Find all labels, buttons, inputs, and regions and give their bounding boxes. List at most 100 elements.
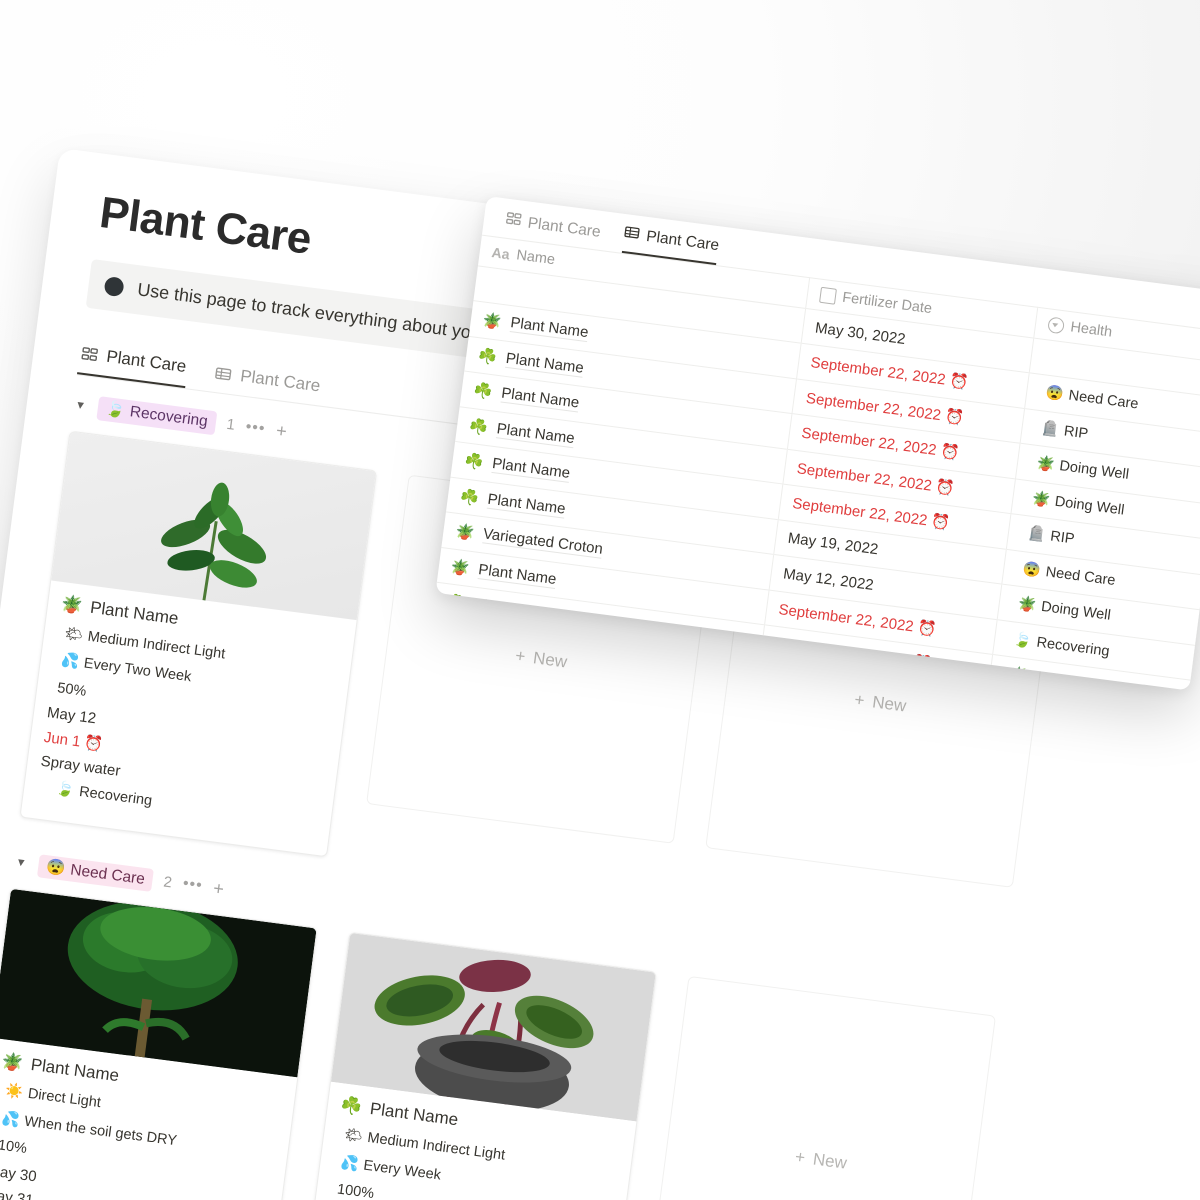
- board-view-icon: [505, 211, 522, 233]
- health-label: Recovering: [1035, 634, 1111, 660]
- board-card[interactable]: 🪴 Plant Name ☀️ Direct Light 💦 When the so…: [0, 887, 318, 1200]
- board-card[interactable]: ☘️ Plant Name 🌤 Medium Indirect Light 💦 Ev…: [302, 931, 657, 1200]
- health-label: Need Care: [1067, 387, 1140, 413]
- health-pill: 😨 Need Care: [1015, 558, 1124, 592]
- plus-icon: +: [794, 1147, 807, 1168]
- water-icon: 💦: [339, 1154, 360, 1173]
- board-card[interactable]: 🪴 Plant Name 🌤 Medium Indirect Light 💦 Eve…: [19, 430, 378, 857]
- card-water-label: Every Week: [362, 1157, 442, 1184]
- group-more-icon[interactable]: •••: [182, 875, 204, 895]
- plant-icon: 🪴: [0, 1051, 25, 1073]
- board-column-empty-3[interactable]: + New: [645, 975, 997, 1200]
- column-new-placeholder[interactable]: + New: [647, 977, 995, 1200]
- sun-cloud-icon: 🌤: [343, 1126, 364, 1146]
- card-health-pill: 🍃 Recovering: [48, 778, 160, 813]
- new-label: New: [871, 691, 908, 716]
- alarm-clock-icon: ⏰: [83, 734, 105, 754]
- alarm-clock-icon: ⏰: [948, 372, 970, 392]
- health-label: Need Care: [1044, 563, 1117, 589]
- clover-icon: ☘️: [472, 382, 494, 402]
- plant-icon: 🪴: [454, 523, 476, 543]
- health-label: Doing Well: [1040, 598, 1112, 624]
- health-pill: 🪦 RIP: [1033, 417, 1096, 445]
- card-health-label: Recovering: [78, 783, 154, 810]
- card-title: Plant Name: [368, 1099, 460, 1130]
- alarm-clock-icon: ⏰: [943, 407, 965, 427]
- tab-board-view[interactable]: Plant Care: [77, 337, 191, 389]
- clover-icon: ☘️: [463, 452, 485, 472]
- group-add-icon[interactable]: +: [275, 421, 288, 443]
- card-date-2: Jun 1: [42, 728, 82, 751]
- clover-icon: ☘️: [477, 347, 499, 367]
- alarm-clock-icon: ⏰: [916, 618, 938, 639]
- table-view-icon: [215, 364, 234, 383]
- panel-tab-table-label: Plant Care: [645, 227, 721, 255]
- card-water-label: Every Two Week: [82, 655, 193, 686]
- cell-name-label: Plant Name: [477, 560, 558, 589]
- plant-icon: 🪴: [1031, 490, 1052, 509]
- health-label: Doing Well: [1053, 493, 1126, 519]
- health-pill: 🪴Doing Well: [1010, 593, 1119, 627]
- new-label: New: [811, 1149, 848, 1173]
- group-add-icon[interactable]: +: [212, 878, 225, 900]
- clover-icon: ☘️: [339, 1095, 364, 1117]
- tab-table-view[interactable]: Plant Care: [211, 357, 324, 406]
- plus-icon: +: [853, 689, 866, 710]
- group-label: Recovering: [128, 403, 209, 431]
- select-icon: [1046, 316, 1065, 335]
- need-care-icon: 😨: [1044, 384, 1065, 403]
- sun-icon: ☀️: [4, 1082, 25, 1102]
- health-pill: 🪴Doing Well: [1024, 487, 1133, 521]
- health-label: Doing Well: [1058, 458, 1130, 483]
- table-view-icon: [623, 224, 640, 246]
- board-view-icon: [81, 345, 100, 364]
- cell-name-label: Plant Name: [486, 490, 567, 519]
- group-pill-need-care[interactable]: 😨 Need Care: [36, 853, 155, 892]
- plant-icon: 🪴: [1035, 455, 1056, 474]
- recovering-icon: 🍃: [1012, 631, 1033, 650]
- water-icon: 💦: [0, 1110, 21, 1129]
- recovering-icon: 🍃: [55, 780, 76, 800]
- card-title: Plant Name: [29, 1054, 121, 1086]
- plant-icon: 🪴: [481, 311, 503, 332]
- group-pill-recovering[interactable]: 🍃 Recovering: [96, 396, 218, 435]
- group-more-icon[interactable]: •••: [245, 418, 267, 438]
- sun-cloud-icon: 🌤: [63, 625, 84, 644]
- health-pill: 😨 Need Care: [1038, 382, 1147, 416]
- card-light-label: Direct Light: [26, 1085, 102, 1112]
- clover-icon: ☘️: [468, 417, 489, 437]
- need-care-icon: 😨: [1021, 560, 1042, 579]
- health-pill: 🪦 RIP: [1019, 523, 1082, 551]
- cell-fertilizer-label: May 19, 2022: [786, 529, 880, 559]
- water-icon: 💦: [59, 652, 80, 671]
- calendar-icon: [818, 286, 837, 305]
- need-care-icon: 😨: [45, 857, 67, 878]
- collapse-caret-icon[interactable]: ▼: [15, 857, 28, 870]
- screenshot-stage: Plant Care Use this page to track everyt…: [0, 0, 1200, 1200]
- group-count: 2: [162, 873, 174, 892]
- plant-icon: 🪴: [1017, 595, 1038, 615]
- health-label: RIP: [1049, 528, 1076, 548]
- cell-name-label: Plant Name: [504, 349, 585, 378]
- tab-table-view-label: Plant Care: [239, 366, 322, 396]
- plant-icon: 🪴: [449, 558, 471, 578]
- card-humidity: 10%: [0, 1137, 28, 1157]
- tombstone-icon: 🪦: [1026, 525, 1047, 544]
- cell-fertilizer-label: May 12, 2022: [782, 565, 875, 594]
- card-humidity: 100%: [336, 1181, 375, 1200]
- cell-name-label: Plant Name: [500, 384, 581, 413]
- tab-board-view-label: Plant Care: [105, 346, 188, 376]
- group-label: Need Care: [69, 860, 146, 888]
- collapse-caret-icon[interactable]: ▼: [74, 399, 87, 412]
- card-title: Plant Name: [89, 597, 180, 628]
- card-humidity: 50%: [56, 679, 88, 700]
- group-count: 1: [225, 416, 236, 435]
- cell-name-label: Plant Name: [491, 455, 572, 484]
- alarm-clock-icon: ⏰: [930, 513, 951, 533]
- cell-name-label: Plant Name: [509, 314, 590, 343]
- column-header-fertilizer-label: Fertilizer Date: [841, 289, 933, 318]
- recovering-icon: 🍃: [104, 400, 127, 420]
- column-header-name-label: Name: [515, 247, 556, 269]
- cell-name-label: Plant Name: [495, 420, 576, 448]
- new-label: New: [532, 647, 569, 672]
